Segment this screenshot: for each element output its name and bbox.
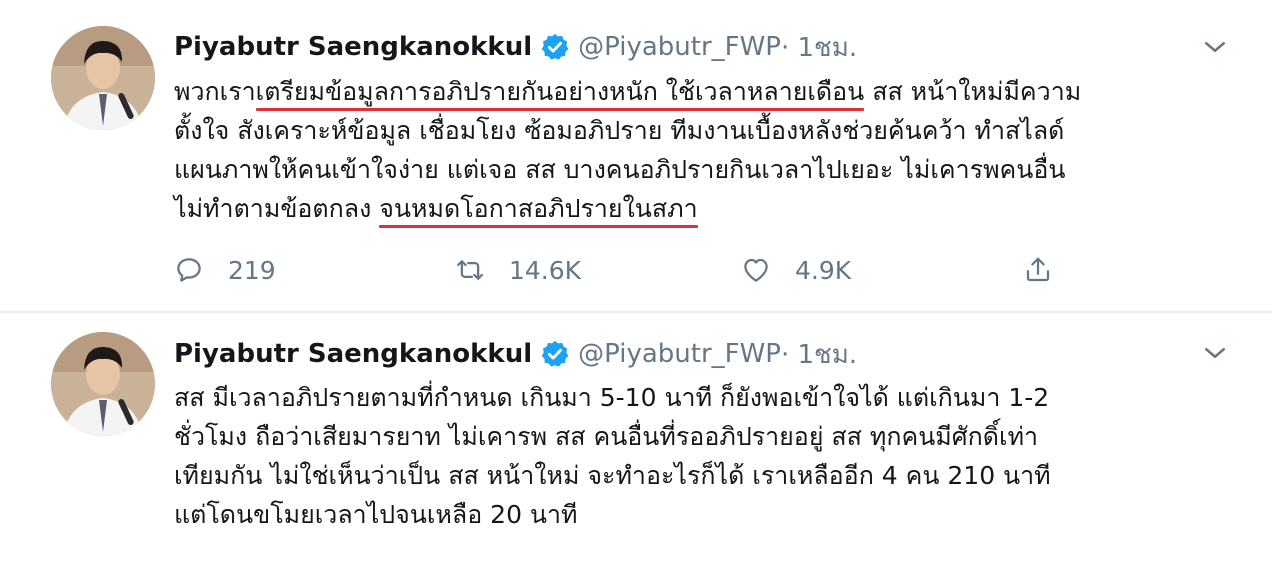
tweet-line: เทียมกัน ไม่ใช่เห็นว่าเป็น สส หน้าใหม่ จ…	[174, 456, 1234, 495]
tweet-divider	[0, 311, 1272, 313]
reply-icon	[177, 258, 201, 282]
tweet-text: พวกเราเตรียมข้อมูลการอภิปรายกันอย่างหนัก…	[174, 72, 1234, 228]
retweet-icon	[457, 260, 483, 280]
reply-button[interactable]: 219	[174, 248, 276, 292]
author-handle[interactable]: @Piyabutr_FWP	[578, 339, 781, 369]
text-segment: สส มีเวลาอภิปรายตามที่กำหนด เกินมา 5-10 …	[174, 383, 1050, 412]
avatar[interactable]	[51, 332, 155, 436]
retweet-button[interactable]: 14.6K	[455, 248, 581, 292]
underlined-text: จนหมดโอกาสอภิปรายในสภา	[379, 194, 698, 223]
retweet-count: 14.6K	[509, 255, 582, 285]
tweet-text: สส มีเวลาอภิปรายตามที่กำหนด เกินมา 5-10 …	[174, 378, 1234, 534]
author-name[interactable]: Piyabutr Saengkanokkul	[174, 32, 532, 62]
like-icon	[744, 258, 768, 282]
text-segment: ชั่วโมง ถือว่าเสียมารยาท ไม่เคารพ สส คนอ…	[174, 422, 1039, 451]
tweet-line: ชั่วโมง ถือว่าเสียมารยาท ไม่เคารพ สส คนอ…	[174, 417, 1234, 456]
verified-badge-icon	[541, 33, 569, 60]
text-segment: พวกเรา	[174, 77, 256, 106]
underlined-text: เตรียมข้อมูลการอภิปรายกันอย่างหนัก ใช้เว…	[255, 77, 865, 106]
text-segment: สส หน้าใหม่มีความ	[864, 77, 1082, 106]
tweet-time[interactable]: · 1ชม.	[781, 334, 857, 375]
tweet-line: ตั้งใจ สังเคราะห์ข้อมูล เชื่อมโยง ซ้อมอภ…	[174, 111, 1234, 150]
tweet[interactable]: Piyabutr Saengkanokkul @Piyabutr_FWP · 1…	[0, 0, 1272, 310]
tweet-line: แผนภาพให้คนเข้าใจง่าย แต่เจอ สส บางคนอภิ…	[174, 150, 1234, 189]
tweet-header: Piyabutr Saengkanokkul @Piyabutr_FWP · 1…	[174, 27, 857, 67]
tweet-line: ไม่ทำตามข้อตกลง จนหมดโอกาสอภิปรายในสภา	[174, 189, 1234, 228]
tweet[interactable]: Piyabutr Saengkanokkul @Piyabutr_FWP · 1…	[0, 318, 1272, 565]
text-segment: แผนภาพให้คนเข้าใจง่าย แต่เจอ สส บางคนอภิ…	[174, 155, 1066, 184]
tweet-line: สส มีเวลาอภิปรายตามที่กำหนด เกินมา 5-10 …	[174, 378, 1234, 417]
tweet-header: Piyabutr Saengkanokkul @Piyabutr_FWP · 1…	[174, 334, 857, 374]
like-count: 4.9K	[795, 255, 852, 285]
tweet-line: แต่โดนขโมยเวลาไปจนเหลือ 20 นาที	[174, 495, 1234, 534]
chevron-down-icon[interactable]	[1200, 338, 1230, 368]
tweet-line: พวกเราเตรียมข้อมูลการอภิปรายกันอย่างหนัก…	[174, 72, 1234, 111]
tweet-actions: 219 14.6K 4.9K	[174, 248, 1094, 292]
text-segment: ไม่ทำตามข้อตกลง	[174, 194, 380, 223]
like-button[interactable]: 4.9K	[741, 248, 851, 292]
avatar[interactable]	[51, 26, 155, 130]
tweet-time[interactable]: · 1ชม.	[781, 27, 857, 68]
author-name[interactable]: Piyabutr Saengkanokkul	[174, 339, 532, 369]
verified-badge-icon	[541, 340, 569, 367]
share-icon	[1026, 257, 1050, 282]
chevron-down-icon[interactable]	[1200, 32, 1230, 62]
text-segment: เทียมกัน ไม่ใช่เห็นว่าเป็น สส หน้าใหม่ จ…	[174, 461, 1051, 490]
author-handle[interactable]: @Piyabutr_FWP	[578, 32, 781, 62]
text-segment: ตั้งใจ สังเคราะห์ข้อมูล เชื่อมโยง ซ้อมอภ…	[174, 116, 1065, 145]
reply-count: 219	[228, 255, 276, 285]
text-segment: แต่โดนขโมยเวลาไปจนเหลือ 20 นาที	[174, 500, 578, 529]
share-button[interactable]	[1023, 248, 1077, 292]
